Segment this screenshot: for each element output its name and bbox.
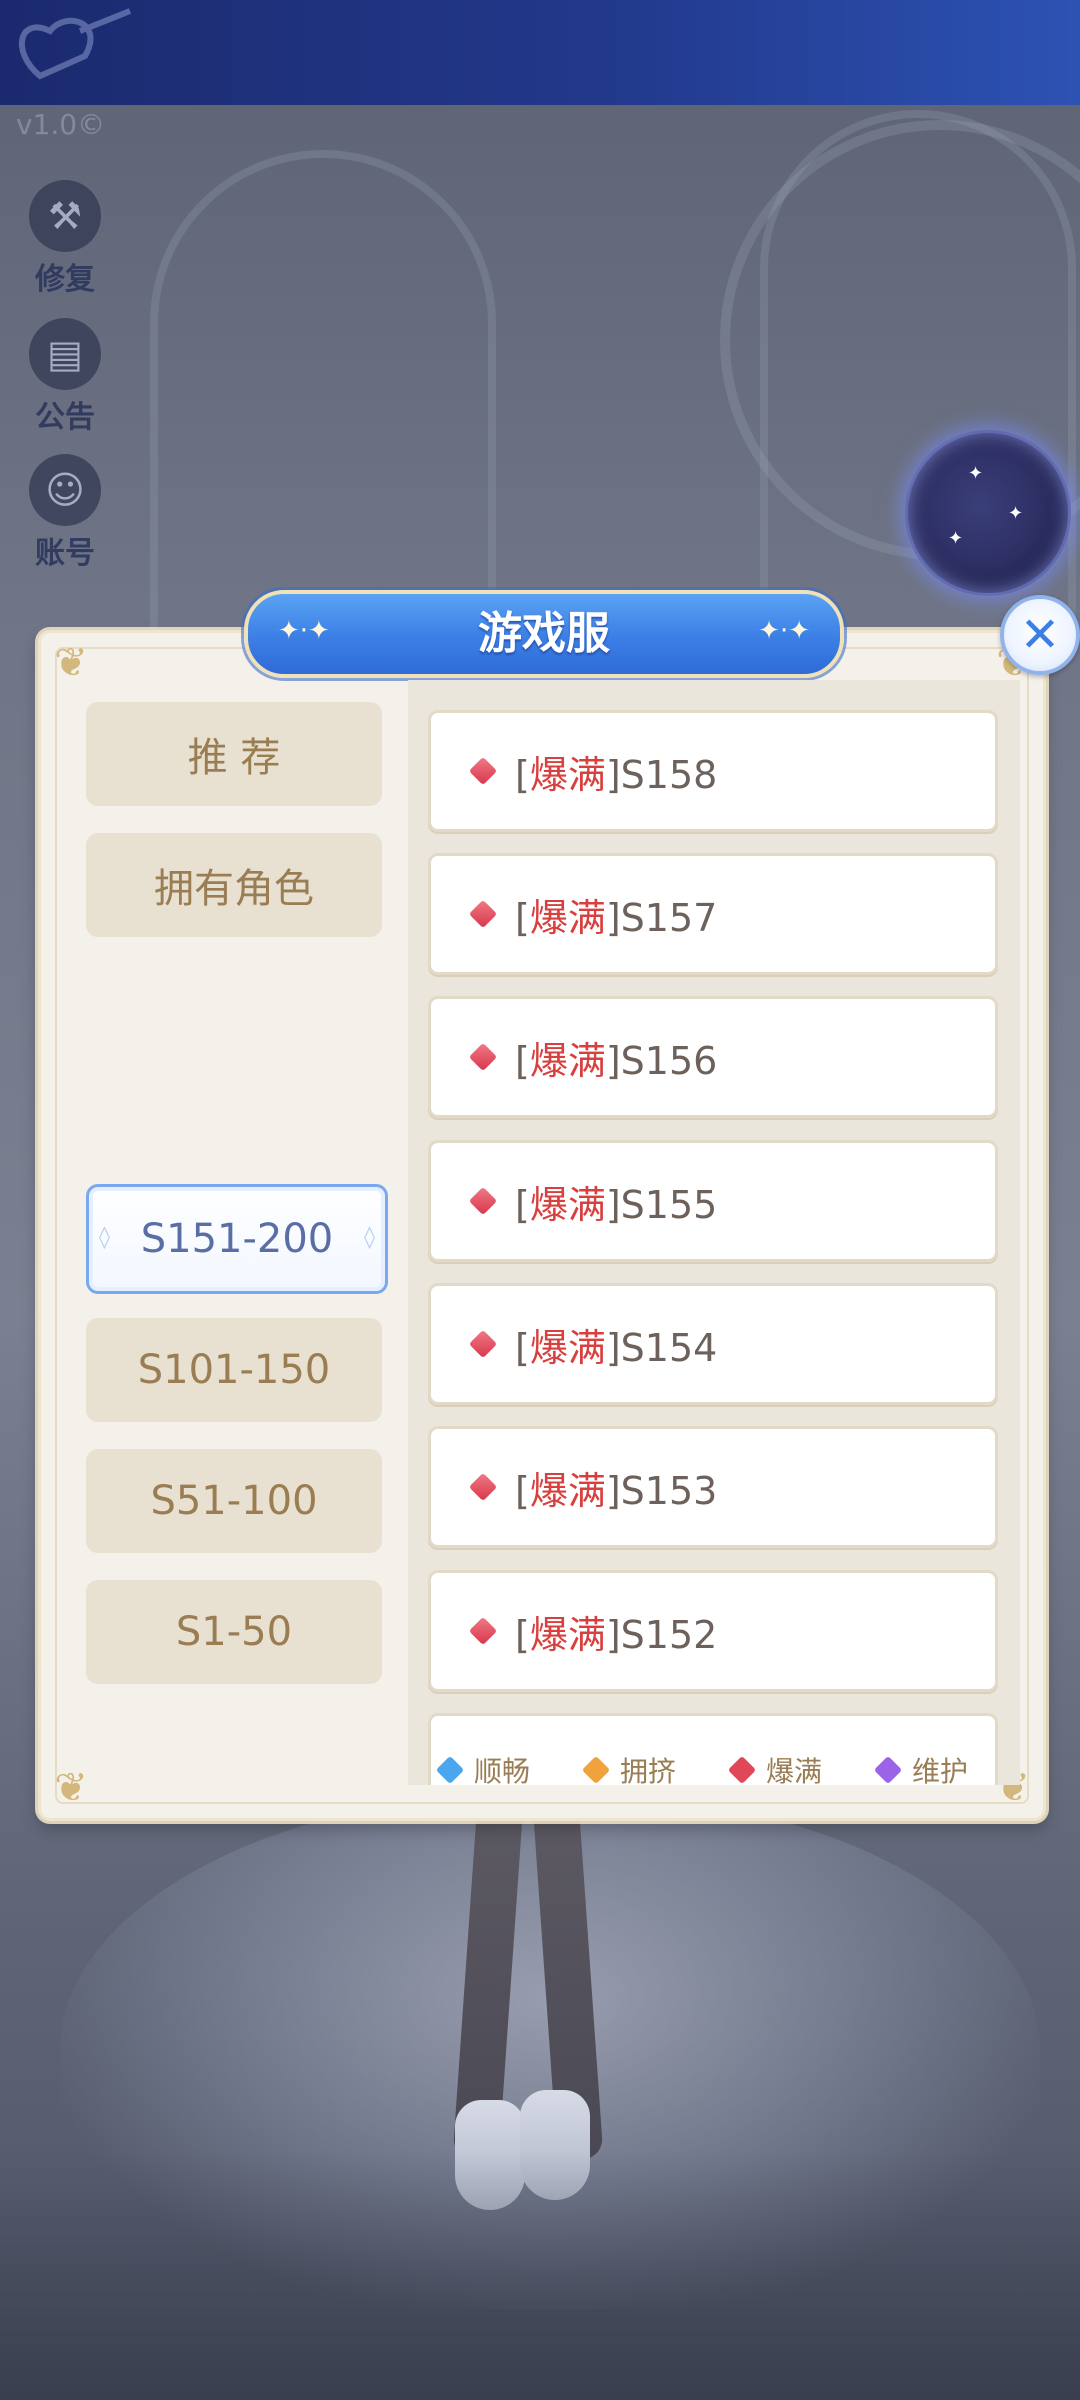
status-maintenance-icon bbox=[873, 1755, 903, 1785]
dialog-title-bar: ✦·✦ 游戏服 ✦·✦ bbox=[244, 590, 844, 678]
top-banner bbox=[0, 0, 1080, 105]
side-item-label: 账号 bbox=[35, 536, 95, 571]
ornament-icon: ◊ bbox=[364, 1225, 375, 1250]
sparkle-icon: ✦·✦ bbox=[278, 616, 330, 646]
background-floor bbox=[0, 2150, 1080, 2400]
heart-wing-logo-icon bbox=[19, 8, 132, 80]
tab-label: S151-200 bbox=[140, 1216, 334, 1262]
tab-owned-characters[interactable]: 拥有角色 bbox=[86, 833, 382, 937]
tab-s51-100[interactable]: S51-100 bbox=[86, 1449, 382, 1553]
legend-item-maintenance: 维护 bbox=[873, 1750, 969, 1790]
server-list[interactable]: [爆满]S158 [爆满]S157 [爆满]S156 [爆满]S155 [爆满]… bbox=[408, 680, 1020, 1785]
side-item-label: 修复 bbox=[35, 262, 95, 297]
server-row-s157[interactable]: [爆满]S157 bbox=[428, 853, 998, 975]
close-icon: ✕ bbox=[1019, 607, 1061, 663]
server-row-s155[interactable]: [爆满]S155 bbox=[428, 1140, 998, 1262]
status-legend: 顺畅 拥挤 爆满 维护 bbox=[435, 1745, 1000, 1795]
server-label: [爆满]S153 bbox=[515, 1468, 718, 1513]
server-row-s153[interactable]: [爆满]S153 bbox=[428, 1426, 998, 1548]
side-item-notice[interactable]: ▤ 公告 bbox=[26, 318, 104, 436]
side-item-label: 公告 bbox=[35, 400, 95, 435]
legend-label: 拥挤 bbox=[620, 1755, 677, 1788]
sparkle-icon: ✦ bbox=[968, 463, 984, 484]
legend-label: 爆满 bbox=[766, 1755, 823, 1788]
side-item-account[interactable]: ☺ 账号 bbox=[26, 454, 104, 572]
sparkle-icon: ✦·✦ bbox=[758, 616, 810, 646]
status-full-icon bbox=[468, 1616, 498, 1646]
legend-label: 维护 bbox=[912, 1755, 969, 1788]
tab-s1-50[interactable]: S1-50 bbox=[86, 1580, 382, 1684]
status-full-icon bbox=[727, 1755, 757, 1785]
wrench-icon: ⚒ bbox=[29, 180, 101, 252]
legend-item-smooth: 顺畅 bbox=[435, 1750, 531, 1790]
server-label: [爆满]S155 bbox=[515, 1182, 718, 1227]
server-label: [爆满]S154 bbox=[515, 1325, 718, 1370]
dialog-title: 游戏服 bbox=[478, 608, 610, 659]
legend-item-crowded: 拥挤 bbox=[581, 1750, 677, 1790]
status-full-icon bbox=[468, 1186, 498, 1216]
corner-ornament-icon: ❦ bbox=[54, 1765, 88, 1811]
server-row-s158[interactable]: [爆满]S158 bbox=[428, 710, 998, 832]
server-label: [爆满]S152 bbox=[515, 1612, 718, 1657]
server-row-s154[interactable]: [爆满]S154 bbox=[428, 1283, 998, 1405]
version-label: v1.0© bbox=[16, 108, 106, 141]
tab-recommended[interactable]: 推 荐 bbox=[86, 702, 382, 806]
status-full-icon bbox=[468, 1472, 498, 1502]
game-server-select-screen: v1.0© ⚒ 修复 ▤ 公告 ☺ 账号 ✦ ✦ ✦ ❦ ❦ ❦ ❦ ✦·✦ 游… bbox=[0, 0, 1080, 2400]
status-crowded-icon bbox=[581, 1755, 611, 1785]
tab-s101-150[interactable]: S101-150 bbox=[86, 1318, 382, 1422]
server-label: [爆满]S157 bbox=[515, 895, 718, 940]
account-icon: ☺ bbox=[29, 454, 101, 526]
calendar-icon: ▤ bbox=[29, 318, 101, 390]
corner-ornament-icon: ❦ bbox=[54, 640, 88, 686]
sparkle-icon: ✦ bbox=[1008, 503, 1024, 524]
server-label: [爆满]S156 bbox=[515, 1038, 718, 1083]
server-row-s152[interactable]: [爆满]S152 bbox=[428, 1570, 998, 1692]
server-label: [爆满]S158 bbox=[515, 752, 718, 797]
status-smooth-icon bbox=[435, 1755, 465, 1785]
server-row-s156[interactable]: [爆满]S156 bbox=[428, 996, 998, 1118]
side-item-repair[interactable]: ⚒ 修复 bbox=[26, 180, 104, 298]
status-full-icon bbox=[468, 756, 498, 786]
legend-item-full: 爆满 bbox=[727, 1750, 823, 1790]
tab-s151-200[interactable]: ◊ S151-200 ◊ bbox=[86, 1184, 388, 1294]
status-full-icon bbox=[468, 1329, 498, 1359]
sparkle-icon: ✦ bbox=[948, 528, 964, 549]
status-full-icon bbox=[468, 1042, 498, 1072]
magic-orb-button[interactable]: ✦ ✦ ✦ bbox=[905, 430, 1071, 596]
status-full-icon bbox=[468, 899, 498, 929]
close-button[interactable]: ✕ bbox=[1000, 595, 1080, 675]
legend-label: 顺畅 bbox=[474, 1755, 531, 1788]
ornament-icon: ◊ bbox=[99, 1225, 110, 1250]
